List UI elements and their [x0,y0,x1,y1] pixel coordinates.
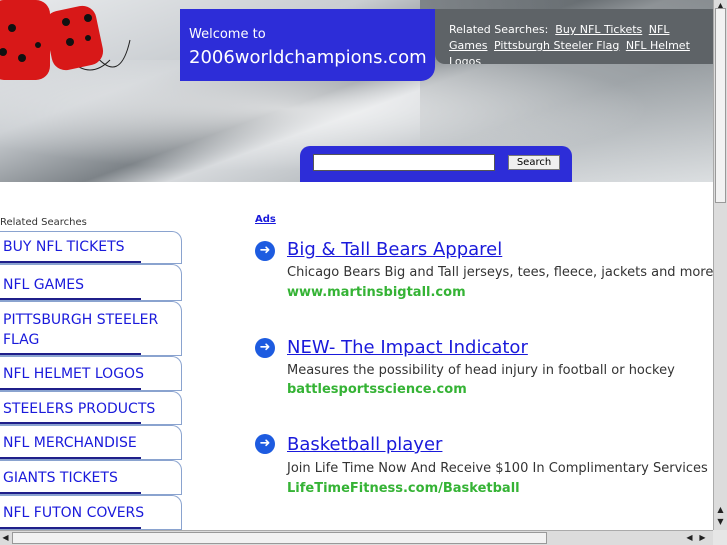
vertical-scroll-thumb[interactable] [715,8,726,203]
sidebar-item-label: PITTSBURGH STEELER FLAG [3,312,159,348]
scroll-left-icon[interactable]: ◀ [684,532,695,544]
sidebar-item-steelers-products[interactable]: STEELERS PRODUCTS [0,391,182,425]
divider [0,457,141,459]
search-bar: Search [300,146,572,182]
divider [0,353,141,355]
sidebar-item-nfl-helmet-logos[interactable]: NFL HELMET LOGOS [0,356,182,391]
sidebar-item-label: STEELERS PRODUCTS [3,401,156,417]
arrow-right-circle-icon[interactable]: ➜ [255,241,275,261]
sidebar-item-label: NFL FUTON COVERS [3,505,145,521]
related-link-pittsburgh-steeler-flag[interactable]: Pittsburgh Steeler Flag [494,39,619,52]
ad-description: Join Life Time Now And Receive $100 In C… [287,461,708,476]
scroll-down-icon[interactable]: ▼ [715,516,726,528]
welcome-box: Welcome to 2006worldchampions.com [180,9,435,81]
sidebar-item-nfl-games[interactable]: NFL GAMES [0,264,182,301]
sidebar-item-buy-nfl-tickets[interactable]: BUY NFL TICKETS [0,231,182,264]
ad-title[interactable]: Basketball player [287,434,442,455]
divider [0,261,141,263]
vertical-scrollbar[interactable]: ▲ ▲ ▼ [713,0,727,530]
scrollbar-corner [713,530,727,545]
sidebar-item-label: NFL GAMES [3,277,85,293]
sidebar-item-giants-tickets[interactable]: GIANTS TICKETS [0,460,182,495]
horizontal-scroll-thumb[interactable] [12,532,547,544]
sidebar-label: Related Searches [0,217,87,228]
site-name: 2006worldchampions.com [189,47,427,68]
ad-url[interactable]: battlesportsscience.com [287,382,467,397]
divider [0,298,141,300]
sidebar-item-label: GIANTS TICKETS [3,470,118,486]
header-banner: Welcome to 2006worldchampions.com Relate… [0,0,713,182]
horizontal-scrollbar[interactable]: ◀ ◀ ▶ [0,530,713,545]
ads-label[interactable]: Ads [255,214,276,225]
scroll-up-icon[interactable]: ▲ [715,504,726,516]
related-searches-top: Related Searches: Buy NFL Tickets NFL Ga… [435,9,713,64]
sidebar-item-nfl-futon-covers[interactable]: NFL FUTON COVERS [0,495,182,530]
arrow-right-circle-icon[interactable]: ➜ [255,338,275,358]
sidebar-item-label: BUY NFL TICKETS [3,239,125,255]
related-link-buy-nfl-tickets[interactable]: Buy NFL Tickets [555,23,642,36]
ad-title[interactable]: Big & Tall Bears Apparel [287,239,502,260]
scroll-left-icon[interactable]: ◀ [0,532,11,544]
ad-description: Measures the possibility of head injury … [287,363,675,378]
welcome-text: Welcome to [189,27,266,42]
search-input[interactable] [313,154,495,171]
divider [0,388,141,390]
arrow-right-circle-icon[interactable]: ➜ [255,434,275,454]
fuzzy-dice-icon [0,0,131,80]
sidebar-item-pittsburgh-steeler-flag[interactable]: PITTSBURGH STEELER FLAG [0,301,182,356]
divider [0,527,141,529]
related-label: Related Searches: [449,23,549,36]
ad-url[interactable]: LifeTimeFitness.com/Basketball [287,481,520,496]
ad-description: Chicago Bears Big and Tall jerseys, tees… [287,265,714,280]
sidebar-item-label: NFL HELMET LOGOS [3,366,144,382]
ad-url[interactable]: www.martinsbigtall.com [287,285,466,300]
divider [0,422,141,424]
divider [0,492,141,494]
sidebar-item-nfl-merchandise[interactable]: NFL MERCHANDISE [0,425,182,460]
search-button[interactable]: Search [508,155,560,170]
scroll-right-icon[interactable]: ▶ [697,532,708,544]
sidebar-item-label: NFL MERCHANDISE [3,435,137,451]
ad-title[interactable]: NEW- The Impact Indicator [287,337,528,358]
